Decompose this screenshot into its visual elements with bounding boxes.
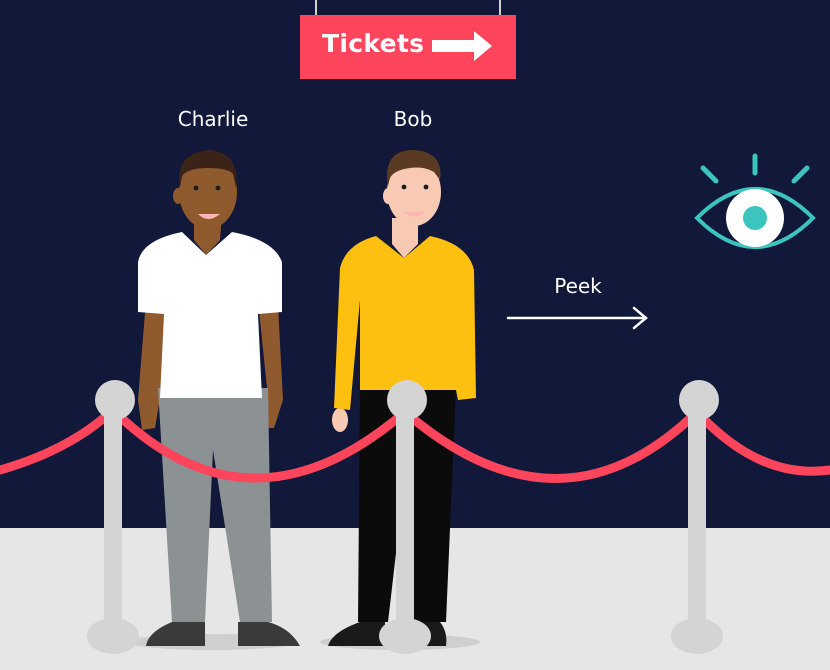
- scene-illustration: [0, 0, 830, 670]
- charlie-name-label: Charlie: [177, 107, 249, 131]
- tickets-sign-label: Tickets: [322, 29, 425, 58]
- bob-name-label: Bob: [393, 107, 433, 131]
- queue-scene: Tickets Charlie Bob Peek: [0, 0, 830, 670]
- peek-label: Peek: [554, 274, 602, 298]
